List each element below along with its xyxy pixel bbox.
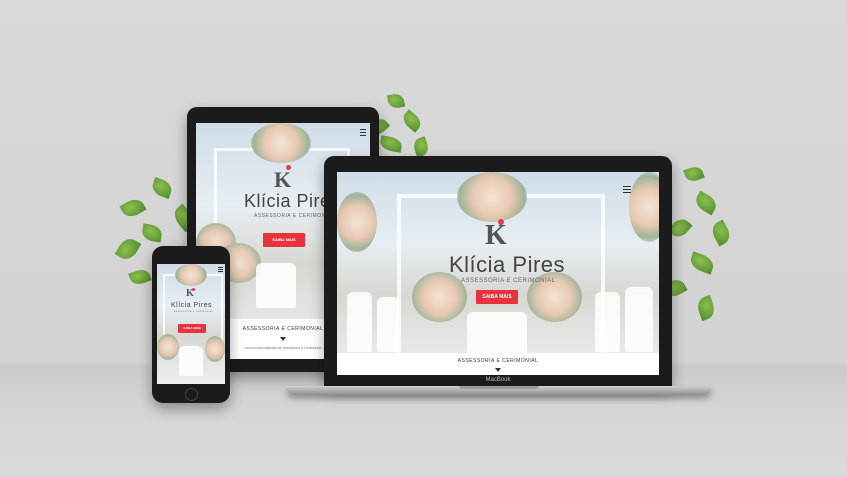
laptop-notch [459, 386, 539, 389]
hamburger-menu-icon[interactable] [360, 129, 366, 138]
hamburger-menu-icon[interactable] [623, 186, 631, 195]
brand-name: Klícia Pires [171, 302, 213, 309]
laptop-screen: K Klícia Pires ASSESSORIA E CERIMONIAL S… [337, 172, 659, 375]
brand-name: Klícia Pires [449, 252, 566, 277]
home-button[interactable] [185, 388, 198, 401]
brand-tagline: ASSESSORIA E CERIMONIAL [461, 278, 556, 284]
cta-button[interactable]: SAIBA MAIS [263, 233, 305, 247]
cta-button[interactable]: SAIBA MAIS [178, 324, 206, 333]
k-monogram-icon: K [485, 220, 507, 251]
hamburger-menu-icon[interactable] [218, 267, 223, 274]
brand-tagline: ASSESSORIA E CERIMONIAL [254, 213, 335, 219]
triangle-down-icon[interactable] [495, 368, 501, 372]
brand-tagline: ASSESSORIA E CERIMONIAL [174, 311, 214, 313]
cta-button[interactable]: SAIBA MAIS [476, 290, 518, 304]
phone-screen: K Klícia Pires ASSESSORIA E CERIMONIAL S… [157, 264, 225, 384]
laptop-device: K Klícia Pires ASSESSORIA E CERIMONIAL S… [324, 156, 672, 386]
section-strip: ASSESSORIA E CERIMONIAL [337, 353, 659, 375]
section-title: ASSESSORIA E CERIMONIAL [457, 358, 539, 364]
phone-device: K Klícia Pires ASSESSORIA E CERIMONIAL S… [152, 246, 230, 403]
laptop-bezel-label: MacBook [485, 377, 511, 383]
triangle-down-icon[interactable] [280, 337, 286, 341]
k-monogram-icon: K [274, 167, 292, 192]
